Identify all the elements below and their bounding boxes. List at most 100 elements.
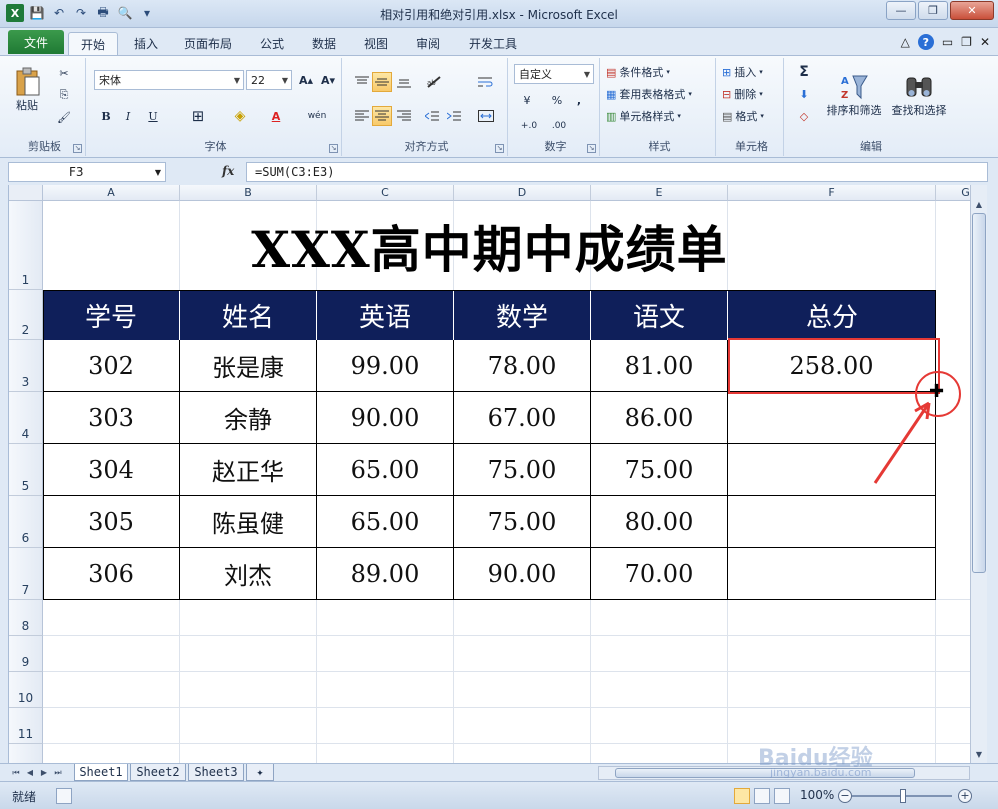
align-middle-icon[interactable]: [372, 72, 392, 92]
row-header-12[interactable]: [9, 744, 43, 763]
tab-view[interactable]: 视图: [356, 32, 396, 55]
column-header-c[interactable]: C: [317, 185, 454, 201]
fill-button[interactable]: ⬇: [792, 84, 816, 104]
comma-button[interactable]: ,: [570, 90, 588, 110]
number-format-select[interactable]: 自定义 ▼: [514, 64, 594, 84]
select-all-corner[interactable]: [9, 185, 43, 201]
row-header-1[interactable]: 1: [9, 201, 43, 290]
currency-button[interactable]: ¥: [516, 90, 538, 110]
table-cell[interactable]: 余静: [180, 392, 317, 444]
table-cell[interactable]: 75.00: [454, 444, 591, 496]
merge-center-icon[interactable]: [474, 106, 498, 126]
increase-indent-icon[interactable]: [444, 106, 464, 126]
total-cell[interactable]: [728, 496, 936, 548]
tab-home[interactable]: 开始: [68, 32, 118, 55]
column-header-f[interactable]: F: [728, 185, 936, 201]
total-cell-f3[interactable]: 258.00: [728, 340, 936, 392]
worksheet-grid[interactable]: A B C D E F G 1 2 3 4 5 6 7 8 9 10 11 XX…: [8, 185, 986, 763]
tab-developer[interactable]: 开发工具: [460, 32, 526, 55]
phonetic-button[interactable]: wén: [302, 104, 332, 128]
header-cell-chinese[interactable]: 语文: [591, 290, 728, 340]
table-cell[interactable]: 99.00: [317, 340, 454, 392]
header-cell-total[interactable]: 总分: [728, 290, 936, 340]
workbook-minimize-icon[interactable]: ▭: [942, 35, 953, 49]
normal-view-icon[interactable]: [734, 788, 750, 804]
row-header-10[interactable]: 10: [9, 672, 43, 708]
table-cell[interactable]: 90.00: [317, 392, 454, 444]
cell-styles-button[interactable]: ▥ 单元格样式 ▾: [606, 106, 712, 126]
table-cell[interactable]: 75.00: [454, 496, 591, 548]
row-header-4[interactable]: 4: [9, 392, 43, 444]
total-cell[interactable]: [728, 548, 936, 600]
fill-color-button[interactable]: ◈: [226, 106, 254, 126]
help-icon[interactable]: ?: [917, 34, 934, 50]
vertical-scrollbar[interactable]: ▲ ▼: [970, 185, 987, 763]
close-button[interactable]: ✕: [950, 1, 994, 20]
align-left-icon[interactable]: [352, 106, 372, 126]
new-sheet-icon[interactable]: ✦: [246, 764, 274, 781]
zoom-slider-knob[interactable]: [900, 789, 906, 803]
table-cell[interactable]: 张是康: [180, 340, 317, 392]
decrease-decimal-button[interactable]: .00: [546, 116, 572, 136]
format-as-table-button[interactable]: ▦ 套用表格格式 ▾: [606, 84, 712, 104]
font-name-select[interactable]: 宋体 ▼: [94, 70, 244, 90]
align-bottom-icon[interactable]: [394, 72, 414, 92]
column-header-d[interactable]: D: [454, 185, 591, 201]
first-sheet-icon[interactable]: ⏮: [10, 766, 22, 779]
sheet-title[interactable]: XXX高中期中成绩单: [43, 201, 936, 290]
tab-file[interactable]: 文件: [8, 30, 64, 54]
table-cell[interactable]: 86.00: [591, 392, 728, 444]
macro-record-icon[interactable]: [56, 788, 72, 804]
header-cell-name[interactable]: 姓名: [180, 290, 317, 340]
row-header-7[interactable]: 7: [9, 548, 43, 600]
workbook-close-icon[interactable]: ✕: [980, 35, 990, 49]
table-cell[interactable]: 306: [43, 548, 180, 600]
page-break-view-icon[interactable]: [774, 788, 790, 804]
scroll-up-icon[interactable]: ▲: [972, 197, 986, 211]
name-box[interactable]: F3 ▼: [8, 162, 166, 182]
percent-button[interactable]: %: [548, 90, 566, 110]
table-cell[interactable]: 78.00: [454, 340, 591, 392]
cut-icon[interactable]: ✂: [52, 64, 76, 82]
column-header-e[interactable]: E: [591, 185, 728, 201]
clear-button[interactable]: ◇: [792, 106, 816, 126]
table-cell[interactable]: 70.00: [591, 548, 728, 600]
table-cell[interactable]: 303: [43, 392, 180, 444]
last-sheet-icon[interactable]: ⏭: [52, 766, 64, 779]
header-cell-id[interactable]: 学号: [43, 290, 180, 340]
sheet-tab-2[interactable]: Sheet2: [130, 764, 186, 781]
shrink-font-button[interactable]: A▾: [318, 70, 338, 90]
font-size-select[interactable]: 22 ▼: [246, 70, 292, 90]
italic-button[interactable]: I: [118, 106, 138, 126]
tab-page-layout[interactable]: 页面布局: [176, 32, 240, 55]
header-cell-english[interactable]: 英语: [317, 290, 454, 340]
copy-icon[interactable]: ⎘: [52, 86, 76, 104]
font-color-button[interactable]: A: [262, 106, 290, 126]
table-cell[interactable]: 302: [43, 340, 180, 392]
minimize-ribbon-icon[interactable]: △: [901, 35, 910, 49]
page-layout-view-icon[interactable]: [754, 788, 770, 804]
column-header-b[interactable]: B: [180, 185, 317, 201]
column-header-a[interactable]: A: [43, 185, 180, 201]
restore-button[interactable]: ❐: [918, 1, 948, 20]
underline-button[interactable]: U: [140, 106, 166, 126]
bold-button[interactable]: B: [96, 106, 116, 126]
row-header-9[interactable]: 9: [9, 636, 43, 672]
sheet-tab-1[interactable]: Sheet1: [74, 764, 128, 781]
table-cell[interactable]: 陈虽健: [180, 496, 317, 548]
row-header-5[interactable]: 5: [9, 444, 43, 496]
row-header-8[interactable]: 8: [9, 600, 43, 636]
format-painter-icon[interactable]: 🖌: [52, 108, 76, 126]
formula-input[interactable]: =SUM(C3:E3): [246, 162, 988, 182]
conditional-format-button[interactable]: ▤ 条件格式 ▾: [606, 62, 712, 82]
align-right-icon[interactable]: [394, 106, 414, 126]
table-cell[interactable]: 305: [43, 496, 180, 548]
autosum-button[interactable]: Σ: [792, 62, 816, 82]
grow-font-button[interactable]: A▴: [296, 70, 316, 90]
alignment-launcher-icon[interactable]: ↘: [495, 144, 504, 153]
row-header-11[interactable]: 11: [9, 708, 43, 744]
table-cell[interactable]: 75.00: [591, 444, 728, 496]
next-sheet-icon[interactable]: ▶: [38, 766, 50, 779]
table-cell[interactable]: 65.00: [317, 496, 454, 548]
minimize-button[interactable]: —: [886, 1, 916, 20]
